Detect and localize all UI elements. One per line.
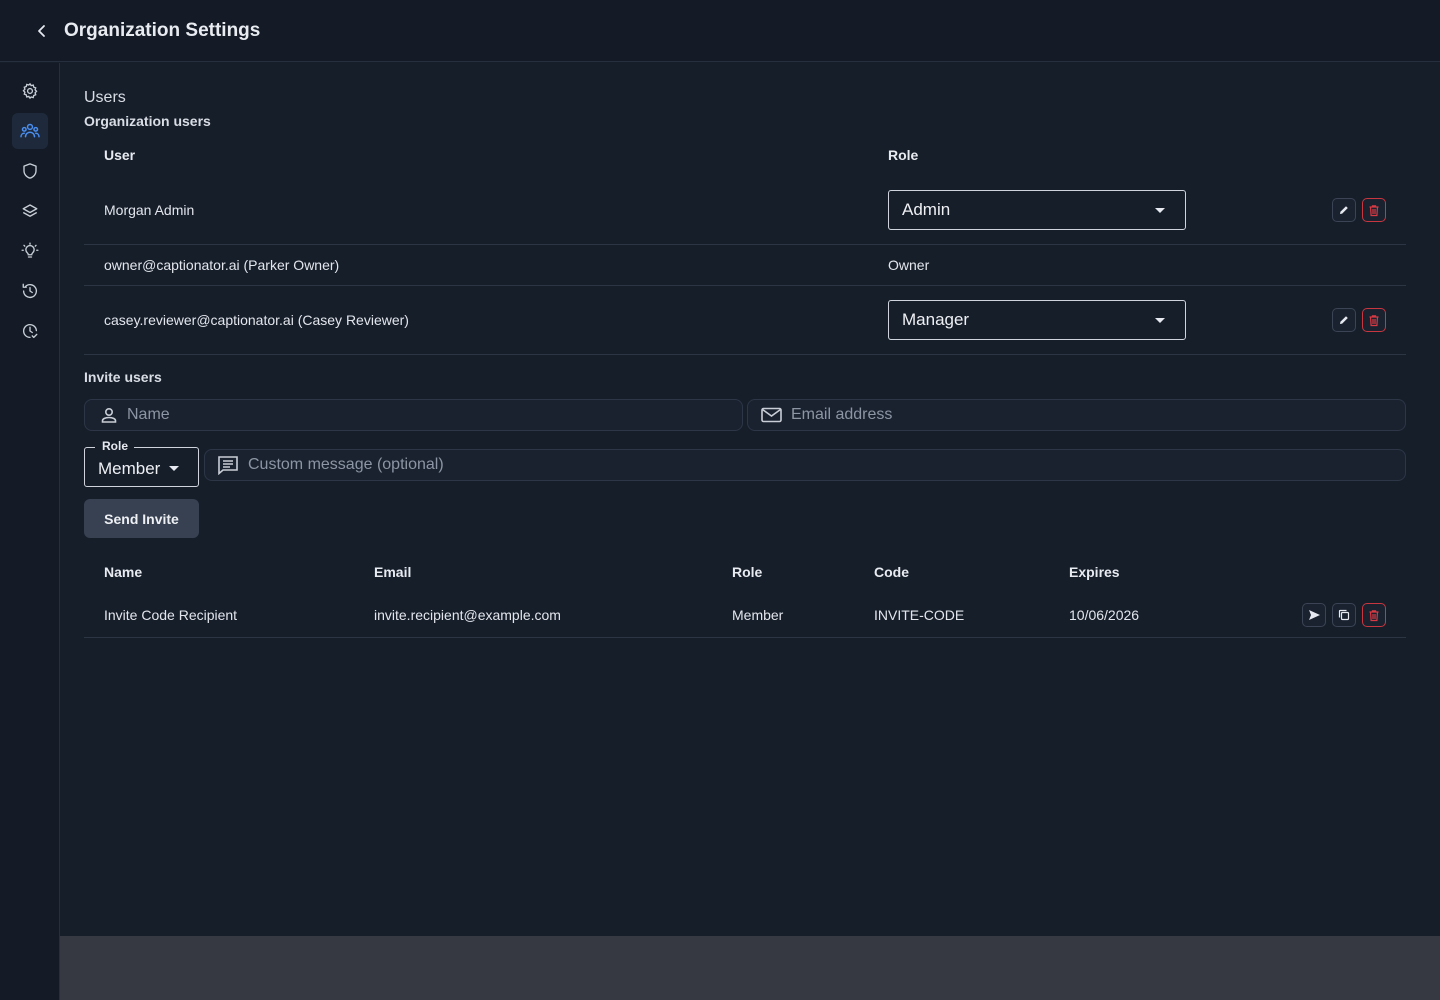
user-role-text: Owner (888, 257, 930, 273)
layers-icon (22, 204, 38, 217)
role-select[interactable]: Manager (888, 300, 1186, 340)
footer-bar (60, 936, 1440, 1000)
message-input-placeholder: Custom message (optional) (248, 456, 444, 473)
name-input-placeholder: Name (127, 406, 170, 423)
user-name: owner@captionator.ai (Parker Owner) (104, 257, 340, 273)
invite-email: invite.recipient@example.com (374, 607, 561, 623)
copy-icon (1338, 609, 1350, 621)
sidebar-item-general[interactable] (12, 73, 48, 109)
send-invite-button[interactable]: Send Invite (84, 499, 199, 538)
row-divider (84, 244, 1406, 245)
sidebar-item-history[interactable] (12, 273, 48, 309)
invite-role-label: Role (95, 439, 135, 453)
user-name: Morgan Admin (104, 202, 195, 218)
users-icon (20, 123, 40, 138)
trash-icon (1369, 204, 1379, 216)
sidebar-item-security[interactable] (12, 153, 48, 189)
trash-icon (1369, 609, 1379, 621)
column-header-name: Name (104, 564, 143, 580)
message-icon (218, 456, 238, 475)
role-select-value: Admin (902, 200, 951, 219)
column-header-expires: Expires (1069, 564, 1120, 580)
name-input[interactable]: Name (84, 399, 743, 431)
caret-down-icon (1155, 318, 1165, 323)
column-header-user: User (104, 147, 136, 163)
sidebar-item-users[interactable] (12, 113, 48, 149)
invite-role: Member (732, 607, 784, 623)
pencil-icon (1340, 316, 1348, 324)
column-header-role: Role (732, 564, 763, 580)
page-title: Organization Settings (64, 19, 261, 41)
gear-icon (22, 82, 38, 100)
sidebar-item-ideas[interactable] (12, 233, 48, 269)
invite-role-select[interactable]: Role Member (84, 439, 199, 487)
email-input-placeholder: Email address (791, 406, 893, 423)
section-title-invite: Invite users (84, 369, 162, 385)
back-button[interactable] (26, 15, 58, 47)
top-bar: Organization Settings (0, 0, 1440, 62)
copy-code-button[interactable] (1332, 603, 1356, 627)
message-input[interactable]: Custom message (optional) (204, 449, 1406, 481)
email-input[interactable]: Email address (747, 399, 1406, 431)
section-subtitle-org-users: Organization users (84, 113, 211, 129)
invite-code: INVITE-CODE (874, 607, 965, 623)
delete-invite-button[interactable] (1362, 603, 1386, 627)
trash-icon (1369, 314, 1379, 326)
sidebar-item-schedule[interactable] (12, 313, 48, 349)
column-header-role: Role (888, 147, 919, 163)
shield-icon (23, 163, 37, 179)
chevron-left-icon (38, 24, 45, 37)
row-divider (84, 637, 1406, 638)
sidebar-item-layers[interactable] (12, 193, 48, 229)
column-header-email: Email (374, 564, 412, 580)
sidebar (0, 63, 60, 1000)
row-divider (84, 354, 1406, 355)
delete-user-button[interactable] (1362, 198, 1386, 222)
person-icon (101, 407, 117, 423)
role-select[interactable]: Admin (888, 190, 1186, 230)
mail-icon (761, 407, 782, 423)
clock-check-icon (22, 323, 38, 339)
pencil-icon (1340, 206, 1348, 214)
invite-expires: 10/06/2026 (1069, 607, 1140, 623)
lightbulb-icon (21, 242, 39, 258)
send-icon (1308, 610, 1320, 620)
delete-user-button[interactable] (1362, 308, 1386, 332)
user-name: casey.reviewer@captionator.ai (Casey Rev… (104, 312, 409, 328)
role-select-value: Manager (902, 310, 970, 329)
row-divider (84, 285, 1406, 286)
caret-down-icon (1155, 208, 1165, 213)
caret-down-icon (169, 466, 179, 471)
edit-user-button[interactable] (1332, 308, 1356, 332)
history-icon (22, 283, 38, 299)
invite-role-value: Member (98, 459, 161, 478)
resend-invite-button[interactable] (1302, 603, 1326, 627)
column-header-code: Code (874, 564, 909, 580)
section-title-users: Users (84, 89, 126, 106)
edit-user-button[interactable] (1332, 198, 1356, 222)
invite-name: Invite Code Recipient (104, 607, 238, 623)
